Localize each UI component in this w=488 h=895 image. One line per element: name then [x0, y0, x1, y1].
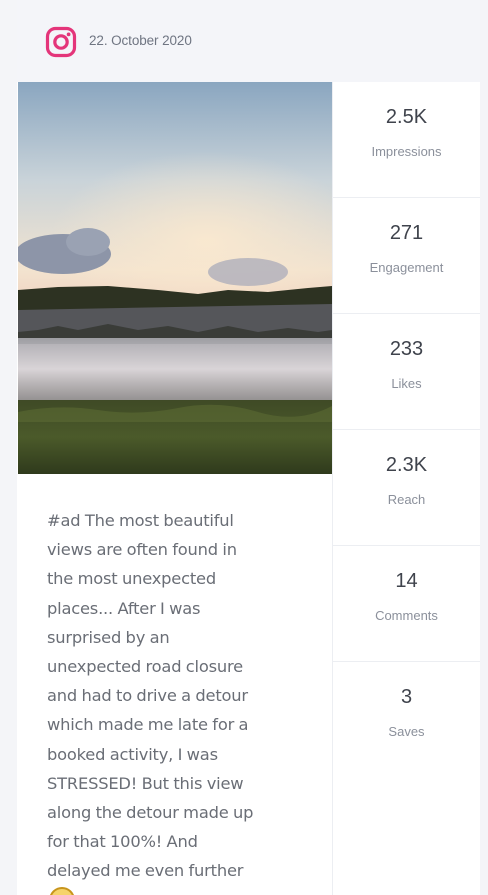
caption-line: for that 100%! And [47, 832, 198, 852]
stat-label: Engagement [369, 260, 444, 275]
stat-value: 271 [389, 222, 424, 244]
stat-engagement: 271 Engagement [333, 198, 480, 314]
stat-label: Impressions [371, 144, 442, 159]
caption-line: surprised by an [47, 627, 170, 647]
caption-line: views are often found in [47, 540, 237, 560]
caption-line: the most unexpected [47, 569, 216, 589]
stat-value: 2.3K [385, 454, 428, 476]
stat-impressions: 2.5K Impressions [333, 82, 480, 198]
stat-comments: 14 Comments [333, 546, 480, 662]
caption-line: booked activity, I was [47, 744, 218, 764]
post-card: 22. October 2020 #ad The most beautiful … [17, 0, 480, 895]
post-image[interactable] [18, 82, 332, 474]
stat-label: Likes [391, 376, 422, 391]
emoji-icon [49, 887, 75, 895]
caption-line: #ad The most beautiful [47, 511, 234, 530]
stat-label: Reach [387, 492, 426, 507]
stat-value: 233 [389, 338, 424, 360]
stat-saves: 3 Saves [333, 662, 480, 777]
stat-reach: 2.3K Reach [333, 430, 480, 546]
instagram-icon[interactable] [45, 26, 77, 58]
stat-value: 3 [400, 686, 413, 708]
stat-value: 2.5K [385, 106, 428, 128]
stat-label: Comments [375, 608, 438, 623]
post-header: 22. October 2020 [17, 0, 480, 82]
post-caption: #ad The most beautiful views are often f… [47, 506, 317, 886]
stats-column: 2.5K Impressions 271 Engagement 233 Like… [333, 82, 480, 895]
caption-line: unexpected road closure [47, 657, 243, 677]
stat-label: Saves [388, 724, 425, 739]
caption-line: places... After I was [47, 598, 201, 618]
caption-line: which made me late for a [47, 715, 249, 735]
stat-value: 14 [395, 570, 418, 592]
caption-line: and had to drive a detour [47, 686, 248, 706]
post-date: 22. October 2020 [89, 33, 192, 48]
caption-line: STRESSED! But this view [47, 773, 244, 793]
caption-line: along the detour made up [47, 803, 254, 823]
caption-line: delayed me even further [47, 861, 244, 881]
stat-likes: 233 Likes [333, 314, 480, 430]
